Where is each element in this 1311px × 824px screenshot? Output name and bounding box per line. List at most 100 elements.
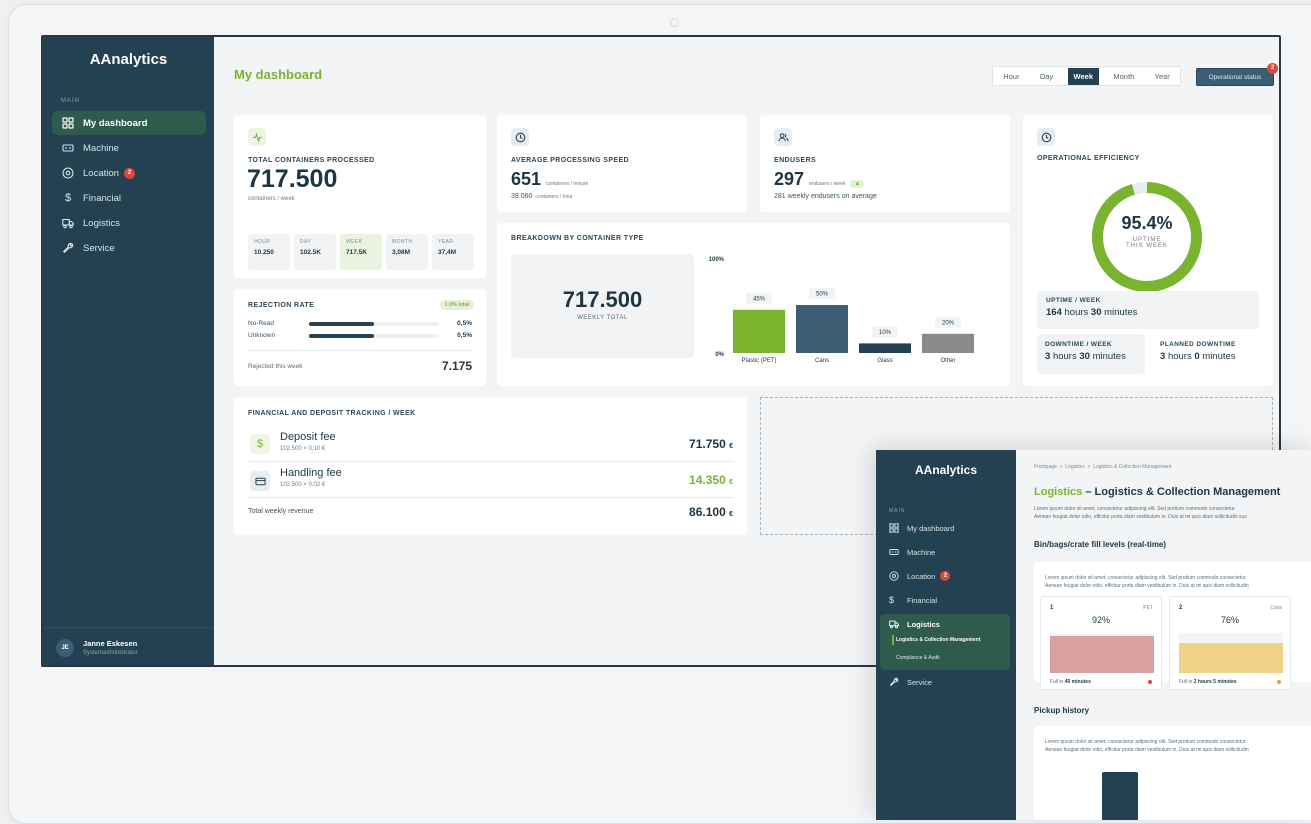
overlay-nav-label: Location	[907, 571, 936, 581]
fill-levels-description: Lorem ipsum dolor sit amet, consectetur …	[1045, 575, 1249, 589]
tile-hour[interactable]: HOUR 10.250	[248, 234, 290, 270]
overlay-nav-machine[interactable]: Machine	[880, 542, 1012, 562]
overlay-nav-location[interactable]: Location 2	[880, 566, 1012, 586]
bar-0[interactable]	[733, 309, 785, 353]
rejection-bar-fill	[309, 322, 374, 326]
overlay-nav-financial[interactable]: $ Financial	[880, 590, 1012, 610]
breadcrumb-item[interactable]: Frontpage	[1034, 464, 1057, 470]
sidebar-item-my-dashboard[interactable]: My dashboard	[52, 111, 206, 135]
operational-status-label: Operational status	[1208, 73, 1262, 81]
sidebar-item-label: My dashboard	[83, 117, 148, 129]
breakdown-total-value: 717.500	[562, 287, 643, 312]
bar-3[interactable]	[922, 333, 974, 353]
period-year[interactable]: Year	[1149, 68, 1176, 85]
deposit-fee-detail: 102.500 × 0,10 €	[280, 446, 326, 452]
overlay-sidebar: AAnalytics MAIN My dashboard Machine Loc…	[876, 450, 1016, 820]
rejection-bar-fill	[309, 334, 374, 338]
pickup-history-description: Lorem ipsum dolor sit amet, consectetur …	[1045, 739, 1249, 753]
card-icon	[250, 471, 270, 491]
breadcrumb-separator: >	[1059, 464, 1063, 470]
total-revenue-value: 86.100 €	[689, 505, 733, 519]
dollar-icon: $	[64, 192, 72, 204]
tile-label: YEAR	[438, 239, 454, 245]
overlay-page-title: Logistics – Logistics & Collection Manag…	[1034, 486, 1281, 498]
user-profile[interactable]: JE Janne Eskesen Systemadministrator	[43, 627, 214, 665]
bar-value-label: 45%	[753, 296, 766, 302]
camera	[670, 18, 679, 27]
planned-downtime-label: PLANNED DOWNTIME	[1160, 341, 1236, 348]
fill-levels-card: Lorem ipsum dolor sit amet, consectetur …	[1034, 562, 1311, 690]
tile-week[interactable]: WEEK 717.5K	[340, 234, 382, 270]
tile-value: 10.250	[254, 249, 274, 256]
overlay-nav-my-dashboard[interactable]: My dashboard	[880, 518, 1012, 538]
total-containers-unit: containers / week	[248, 196, 295, 202]
overlay-nav-logistics[interactable]: Logistics	[880, 614, 1012, 634]
uptime-week-value: 164 hours 30 minutes	[1046, 307, 1138, 318]
sidebar-item-logistics[interactable]: Logistics	[52, 211, 206, 235]
operational-status-button[interactable]: Operational status 2	[1196, 63, 1278, 86]
total-containers-card: TOTAL CONTAINERS PROCESSED 717.500 conta…	[234, 115, 486, 278]
processing-speed-hour-value: 39.060	[511, 193, 533, 200]
sidebar-item-service[interactable]: Service	[52, 236, 206, 260]
period-selector: Hour Day Week Month Year	[992, 66, 1181, 86]
breakdown-label: BREAKDOWN BY CONTAINER TYPE	[511, 235, 644, 242]
bin-card[interactable]: 2 Cans 76% Full in 2 hours 5 minutes	[1169, 596, 1291, 690]
pickup-history-heading: Pickup history	[1034, 706, 1090, 715]
sidebar: AAnalytics MAIN My dashboard Machine Loc…	[43, 37, 214, 665]
notification-badge: 2	[940, 571, 951, 581]
grid-icon	[889, 523, 900, 534]
breadcrumb-item[interactable]: Logistics	[1065, 464, 1084, 470]
rejection-row-value: 0,5%	[457, 332, 472, 339]
machine-icon	[61, 142, 75, 154]
overlay-app-logo[interactable]: AAnalytics	[876, 463, 1016, 477]
bin-type: Cans	[1270, 605, 1282, 611]
clock-icon	[1037, 128, 1055, 146]
financial-label: FINANCIAL AND DEPOSIT TRACKING / WEEK	[248, 410, 416, 417]
sidebar-item-label: Machine	[83, 142, 119, 154]
divider	[248, 497, 734, 498]
app-logo[interactable]: AAnalytics	[43, 51, 214, 68]
bin-card[interactable]: 1 PET 92% Full in 45 minutes	[1040, 596, 1162, 690]
processing-speed-hour-unit: containers / hour	[535, 194, 573, 200]
downtime-label: DOWNTIME / WEEK	[1045, 341, 1113, 348]
sidebar-item-location[interactable]: Location 2	[52, 161, 206, 185]
processing-speed-value: 651	[511, 169, 542, 189]
bin-number: 2	[1179, 605, 1183, 611]
clock-icon	[511, 128, 529, 146]
tile-month[interactable]: MONTH 3,08M	[386, 234, 428, 270]
x-tick-label: Plastic (PET)	[741, 358, 776, 364]
breadcrumb-item: Logistics & Collection Management	[1093, 464, 1172, 470]
x-tick-label: Glass	[877, 358, 892, 364]
rejection-row-label: Unknown	[248, 332, 276, 339]
breakdown-card: BREAKDOWN BY CONTAINER TYPE 717.500 WEEK…	[497, 223, 1010, 386]
tile-year[interactable]: YEAR 37,4M	[432, 234, 474, 270]
overlay-subnav-logistics-collection[interactable]: Logistics & Collection Management	[896, 637, 980, 643]
rejection-row-value: 0,5%	[457, 320, 472, 327]
divider	[248, 350, 472, 351]
bin-full-eta: Full in 45 minutes	[1050, 679, 1091, 685]
period-week[interactable]: Week	[1067, 67, 1100, 85]
deposit-fee-label: Deposit fee	[280, 431, 336, 443]
tile-day[interactable]: DAY 102.5K	[294, 234, 336, 270]
user-role: Systemadministrator	[83, 650, 138, 656]
overlay-nav-service[interactable]: Service	[880, 672, 1012, 692]
period-hour[interactable]: Hour	[997, 68, 1025, 85]
period-month[interactable]: Month	[1107, 68, 1140, 85]
bin-fill-track	[1050, 633, 1154, 673]
x-tick-label: Other	[940, 358, 955, 364]
uptime-panel: UPTIME / WEEK 164 hours 30 minutes	[1037, 291, 1259, 329]
sidebar-item-financial[interactable]: $ Financial	[52, 186, 206, 210]
overlay-nav-label: Service	[907, 677, 933, 687]
sidebar-item-machine[interactable]: Machine	[52, 136, 206, 160]
bin-full-eta: Full in 2 hours 5 minutes	[1179, 679, 1237, 685]
bar-1[interactable]	[796, 305, 848, 353]
tile-value: 37,4M	[438, 249, 457, 256]
bar-2[interactable]	[859, 343, 911, 353]
breakdown-total-panel: 717.500 WEEKLY TOTAL	[511, 254, 694, 358]
breadcrumb-separator: >	[1087, 464, 1091, 470]
financial-card: FINANCIAL AND DEPOSIT TRACKING / WEEK $ …	[234, 397, 747, 535]
period-day[interactable]: Day	[1034, 68, 1059, 85]
overlay-subnav-compliance[interactable]: Compliance & Audit	[896, 655, 940, 661]
handling-fee-value: 14.350 €	[689, 473, 733, 487]
dollar-icon: $	[250, 434, 270, 454]
